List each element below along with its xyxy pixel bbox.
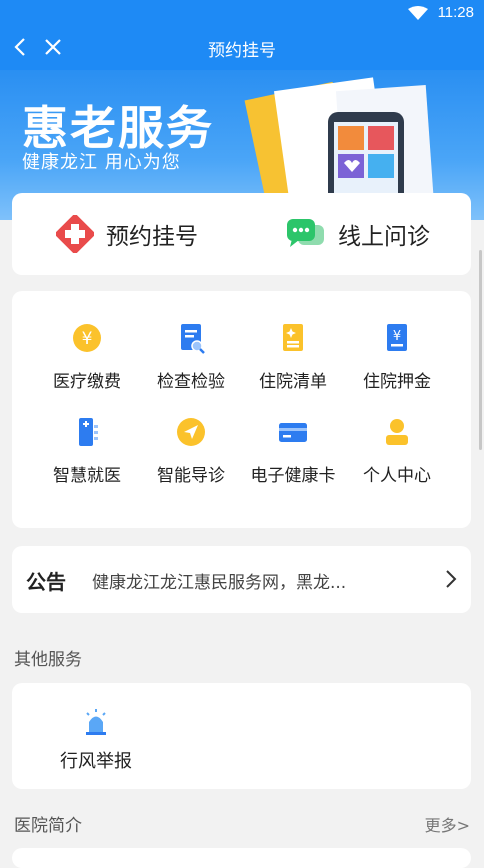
service-health-card[interactable]: 电子健康卡 — [241, 415, 345, 486]
quick-action-consultation[interactable]: 线上问诊 — [286, 193, 430, 275]
yuan-document-icon: ¥ — [387, 324, 407, 351]
scrollbar[interactable] — [479, 250, 482, 450]
status-bar: 11:28 — [0, 0, 484, 26]
notice-tag: 公告 — [26, 570, 66, 594]
service-misconduct-report[interactable]: 行风举报 — [46, 707, 146, 773]
service-label: 医疗缴费 — [53, 372, 121, 392]
service-inpatient-list[interactable]: 住院清单 — [241, 321, 345, 392]
status-time: 11:28 — [437, 4, 474, 21]
other-services-title: 其他服务 — [14, 650, 82, 670]
document-list-icon — [283, 324, 303, 351]
service-label: 智能导诊 — [157, 466, 225, 486]
hospital-intro-title: 医院简介 — [14, 816, 82, 836]
report-search-icon — [181, 324, 205, 354]
quick-action-appointment[interactable]: 预约挂号 — [56, 193, 198, 275]
title-bar: 预约挂号 — [0, 26, 484, 70]
quick-action-label: 线上问诊 — [338, 224, 430, 250]
quick-action-label: 预约挂号 — [106, 224, 198, 250]
more-link[interactable]: 更多> — [425, 812, 470, 836]
service-label: 个人中心 — [363, 466, 431, 486]
card-icon — [279, 423, 307, 442]
person-icon — [386, 419, 408, 445]
service-examination[interactable]: 检查检验 — [139, 321, 243, 392]
service-medical-payment[interactable]: ¥ 医疗缴费 — [35, 321, 139, 392]
wifi-icon — [408, 6, 428, 20]
hospital-intro-card — [12, 848, 471, 868]
alarm-siren-icon — [86, 709, 106, 735]
other-services-card: 行风举报 — [12, 683, 471, 789]
service-inpatient-deposit[interactable]: ¥ 住院押金 — [345, 321, 449, 392]
banner-subtitle: 健康龙江 用心为您 — [22, 152, 181, 173]
hospital-phone-icon — [79, 418, 98, 446]
services-grid: ¥ 医疗缴费 检查检验 住院清单 ¥ 住院押金 智慧就医 智能导诊 电子健康卡 … — [12, 291, 471, 528]
notice-text: 健康龙江龙江惠民服务网，黑龙... — [92, 573, 347, 593]
quick-actions-card: 预约挂号 线上问诊 — [12, 193, 471, 275]
yuan-coin-icon: ¥ — [73, 324, 101, 352]
service-label: 检查检验 — [157, 372, 225, 392]
service-label: 住院押金 — [363, 372, 431, 392]
service-smart-medical[interactable]: 智慧就医 — [35, 415, 139, 486]
service-label: 行风举报 — [60, 751, 132, 772]
service-label: 电子健康卡 — [250, 466, 336, 486]
red-cross-icon — [56, 215, 94, 253]
notice-bar[interactable]: 公告 健康龙江龙江惠民服务网，黑龙... — [12, 546, 471, 613]
service-personal-center[interactable]: 个人中心 — [345, 415, 449, 486]
svg-text:¥: ¥ — [393, 329, 401, 344]
page-title: 预约挂号 — [208, 41, 276, 61]
service-label: 住院清单 — [259, 372, 327, 392]
service-smart-guide[interactable]: 智能导诊 — [139, 415, 243, 486]
navigation-icon — [177, 418, 205, 446]
service-label: 智慧就医 — [53, 466, 121, 486]
svg-text:¥: ¥ — [82, 329, 93, 349]
chat-bubble-icon — [287, 219, 324, 247]
chevron-right-icon — [446, 570, 457, 588]
